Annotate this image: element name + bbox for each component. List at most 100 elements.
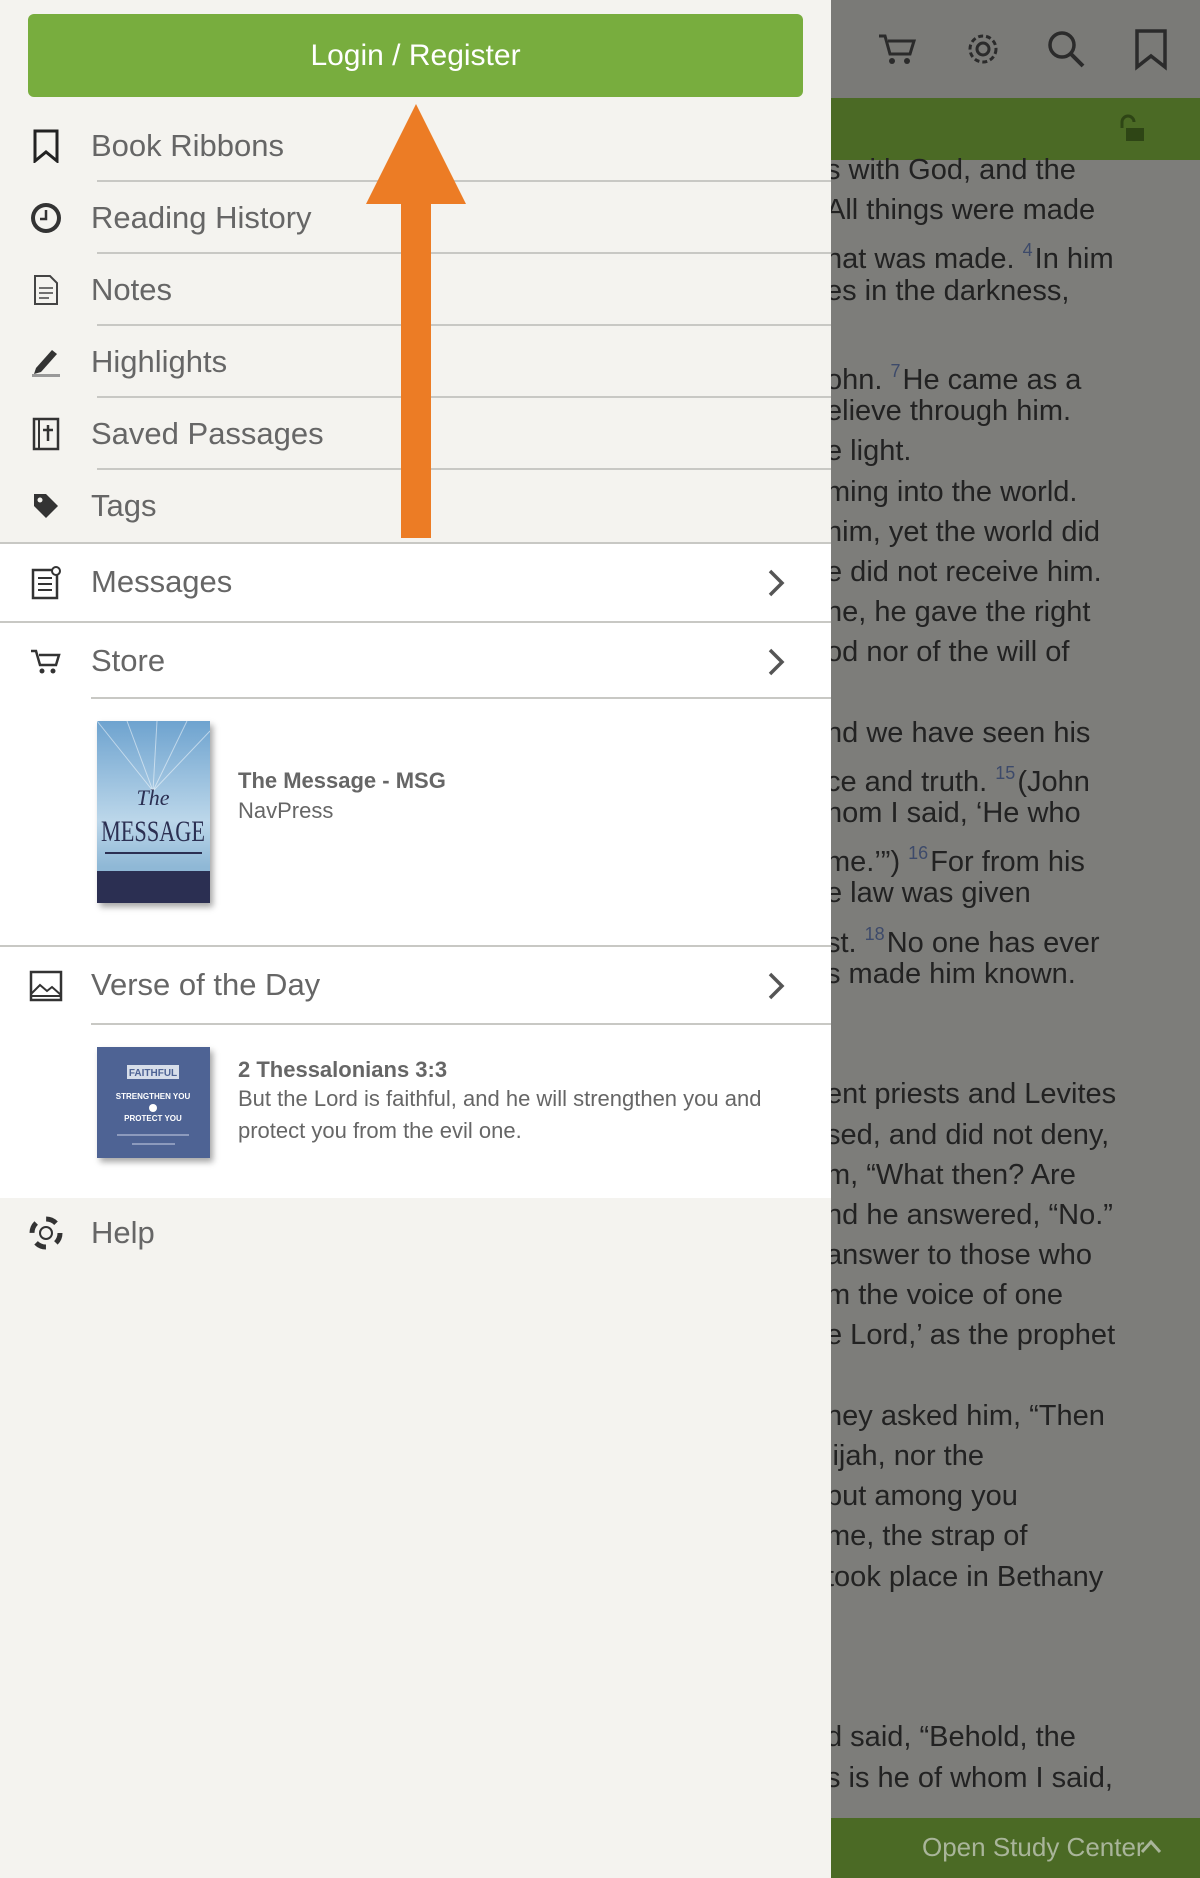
- menu-item-label: Reading History: [91, 200, 312, 235]
- reader-line: ce and truth. 15(John: [826, 753, 1200, 798]
- verse-number[interactable]: 4: [1023, 240, 1033, 260]
- reader-line: e did not receive him.: [826, 552, 1200, 592]
- reader-line-text: e Lord,’ as the prophet: [826, 1319, 1116, 1352]
- chevron-right-icon: [768, 648, 785, 676]
- reader-paragraph-gap: [826, 672, 1200, 712]
- reader-line-text: elieve through him.: [826, 395, 1072, 428]
- book-cover-main-text: MESSAGE: [101, 815, 205, 848]
- reader-paragraph-gap: [826, 1637, 1200, 1677]
- reader-line-text: lijah, nor the: [826, 1440, 984, 1472]
- menu-item-label: Book Ribbons: [91, 128, 285, 163]
- menu-item-help[interactable]: Help: [0, 1197, 831, 1269]
- verse-image-thumbnail: FAITHFUL STRENGTHEN YOU PROTECT YOU: [97, 1047, 210, 1158]
- reader-line-text: ent priests and Levites: [826, 1078, 1117, 1111]
- verse-number[interactable]: 18: [865, 924, 885, 944]
- reader-line-text: nd he answered, “No.”: [826, 1198, 1113, 1231]
- reader-line: e law was given: [826, 873, 1200, 913]
- reader-line: but among you: [826, 1476, 1200, 1516]
- reader-line-text: s made him known.: [826, 957, 1076, 990]
- chevron-up-icon[interactable]: [1140, 1838, 1162, 1854]
- reader-line: ney asked him, “Then: [826, 1396, 1200, 1436]
- reader-line-text: answer to those who: [826, 1239, 1092, 1272]
- menu-item-label: Saved Passages: [91, 416, 324, 451]
- verse-card[interactable]: FAITHFUL STRENGTHEN YOU PROTECT YOU 2 Th…: [0, 1025, 831, 1198]
- reader-line-text: e light.: [826, 435, 912, 468]
- help-label: Help: [91, 1215, 155, 1250]
- reader-line: ne, he gave the right: [826, 592, 1200, 632]
- reader-paragraph-gap: [826, 311, 1200, 351]
- book-cover-script-text: The: [137, 785, 170, 810]
- reader-line: ent priests and Levites: [826, 1074, 1200, 1114]
- book-publisher: NavPress: [238, 798, 334, 823]
- bookmark-icon: [28, 126, 64, 166]
- verse-text-line-2: protect you from the evil one.: [238, 1118, 522, 1143]
- reader-line: me, the strap of: [826, 1516, 1200, 1556]
- reader-line: elieve through him.: [826, 391, 1200, 431]
- reader-line-text: d said, “Behold, the: [826, 1721, 1076, 1754]
- book-title: The Message - MSG: [238, 768, 446, 793]
- bookmark-icon[interactable]: [1128, 26, 1174, 72]
- reader-line: s with God, and the: [826, 150, 1200, 190]
- search-icon[interactable]: [1043, 26, 1089, 72]
- cart-icon: [28, 641, 64, 683]
- reader-line-text: s with God, and the: [826, 154, 1076, 186]
- reader-line-text: e did not receive him.: [826, 555, 1102, 588]
- reader-line: ming into the world.: [826, 472, 1200, 512]
- reader-line: sed, and did not deny,: [826, 1115, 1200, 1155]
- verse-text-line-1: But the Lord is faithful, and he will st…: [238, 1086, 762, 1111]
- verse-of-the-day-item[interactable]: Verse of the Day: [0, 947, 831, 1025]
- reader-line: d said, “Behold, the: [826, 1717, 1200, 1757]
- messages-item[interactable]: Messages: [0, 544, 831, 622]
- login-register-button[interactable]: Login / Register: [28, 14, 803, 97]
- chevron-right-icon: [768, 569, 785, 597]
- store-item[interactable]: Store: [0, 623, 831, 701]
- reader-line: es in the darkness,: [826, 271, 1200, 311]
- verse-reference: 2 Thessalonians 3:3: [238, 1057, 448, 1082]
- verse-number[interactable]: 16: [908, 843, 928, 863]
- reader-line: m the voice of one: [826, 1275, 1200, 1315]
- lifebuoy-icon: [28, 1213, 64, 1253]
- reader-line: lijah, nor the: [826, 1436, 1200, 1476]
- book-cover-image: The MESSAGE: [97, 721, 210, 903]
- menu-item-label: Tags: [91, 488, 157, 523]
- reader-line-text: but among you: [826, 1480, 1018, 1513]
- reader-line: answer to those who: [826, 1235, 1200, 1275]
- tag-icon: [28, 486, 64, 526]
- reader-line: st. 18No one has ever: [826, 914, 1200, 959]
- reader-line-text: s is he of whom I said,: [826, 1761, 1113, 1794]
- reader-line: took place in Bethany: [826, 1557, 1200, 1597]
- reader-line-text: ne, he gave the right: [826, 596, 1091, 629]
- reader-passage: s with God, and the All things were made h…: [826, 150, 1200, 1798]
- unlock-icon[interactable]: [1118, 114, 1150, 144]
- reader-line: od nor of the will of: [826, 632, 1200, 672]
- reader-line: s is he of whom I said,: [826, 1758, 1200, 1798]
- verse-number[interactable]: 15: [995, 763, 1015, 783]
- store-label: Store: [91, 643, 166, 678]
- verse-number[interactable]: 7: [891, 361, 901, 381]
- open-study-center-button[interactable]: Open Study Center: [922, 1832, 1145, 1863]
- reader-line-text: him, yet the world did: [826, 515, 1101, 548]
- reader-line: hat was made. 4In him: [826, 230, 1200, 275]
- reader-paragraph-gap: [826, 1034, 1200, 1074]
- reader-line-text: me, the strap of: [826, 1520, 1028, 1553]
- reader-line-text: All things were made: [826, 194, 1096, 227]
- image-icon: [28, 965, 64, 1007]
- reader-line-text: m the voice of one: [826, 1279, 1063, 1312]
- content-section: Messages Store The MESSAGE The Message -…: [0, 542, 831, 1198]
- cart-icon[interactable]: [875, 26, 921, 72]
- reader-line: e Lord,’ as the prophet: [826, 1315, 1200, 1355]
- gear-icon[interactable]: [960, 26, 1006, 72]
- reader-paragraph-gap: [826, 994, 1200, 1034]
- reader-line: ohn. 7He came as a: [826, 351, 1200, 396]
- chevron-right-icon: [768, 972, 785, 1000]
- reader-paragraph-gap: [826, 1597, 1200, 1637]
- menu-item-label: Highlights: [91, 344, 228, 379]
- reader-line: m, “What then? Are: [826, 1155, 1200, 1195]
- clock-icon: [28, 198, 64, 238]
- reader-line: me.’”) 16For from his: [826, 833, 1200, 878]
- thumbnail-word-strengthen: STRENGTHEN YOU: [116, 1092, 191, 1101]
- store-product-card[interactable]: The MESSAGE The Message - MSG NavPress: [0, 699, 831, 903]
- reader-line-text: e law was given: [826, 877, 1031, 910]
- reader-line-text: took place in Bethany: [826, 1560, 1104, 1593]
- reader-line-text: ney asked him, “Then: [826, 1399, 1105, 1432]
